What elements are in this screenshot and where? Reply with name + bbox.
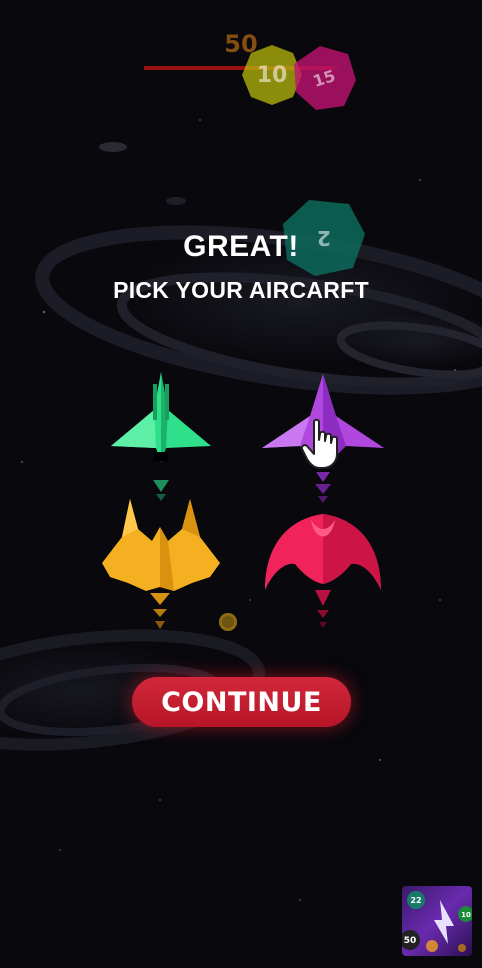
- number-ball-15: 15: [290, 44, 358, 112]
- headline-text: GREAT!: [183, 230, 299, 263]
- space-background: [0, 119, 482, 901]
- ad-thumbnail[interactable]: 22 50 10: [402, 886, 472, 956]
- aircraft-option-red[interactable]: [263, 512, 383, 634]
- aircraft-option-yellow[interactable]: [100, 497, 222, 635]
- game-screen: 50 10 15 2 GREAT! PICK YOUR AIRCARFT CON…: [0, 0, 482, 968]
- ad-badge-bottom: 50: [404, 936, 417, 946]
- coin-icon: [219, 613, 237, 631]
- continue-button[interactable]: CONTINUE: [132, 677, 351, 727]
- number-ball-10-label: 10: [256, 62, 288, 88]
- ad-badge-top: 22: [410, 896, 421, 905]
- ad-badge-right: 10: [461, 911, 471, 919]
- pick-aircraft-text: PICK YOUR AIRCARFT: [113, 277, 369, 303]
- aircraft-option-green[interactable]: [108, 370, 214, 505]
- pointer-hand-icon: [300, 418, 344, 475]
